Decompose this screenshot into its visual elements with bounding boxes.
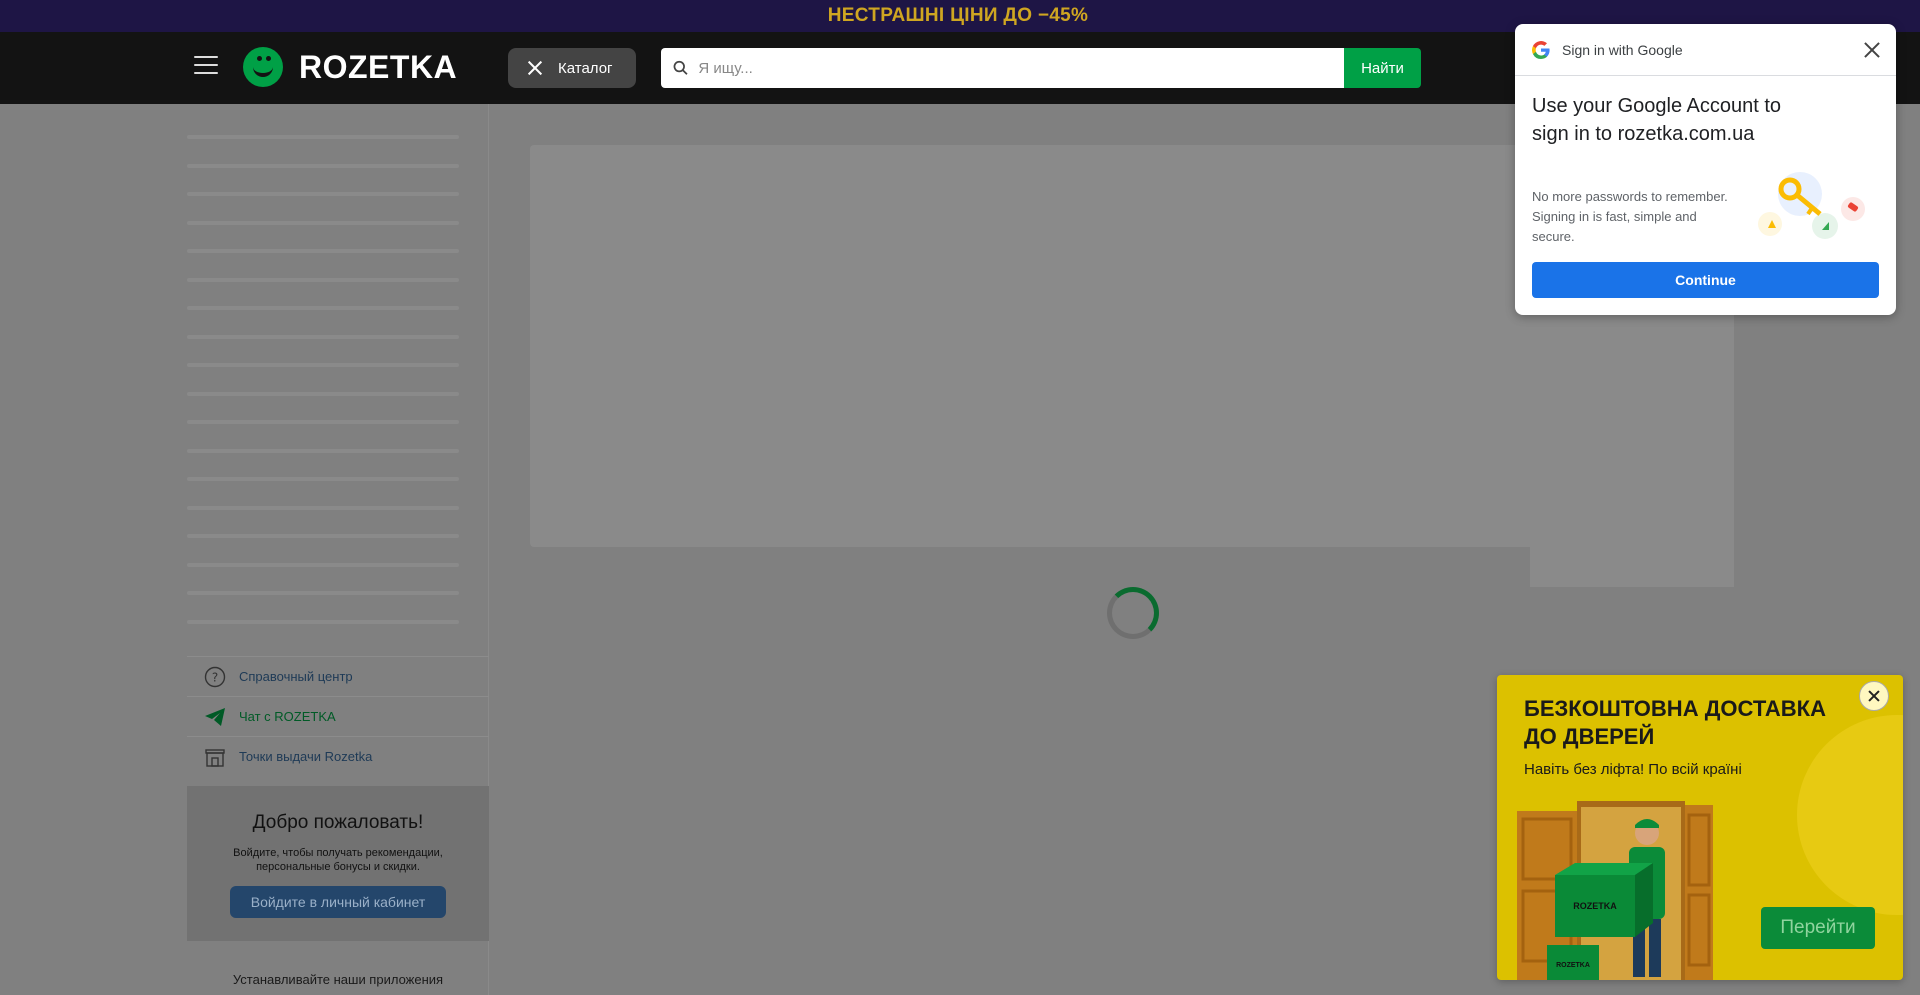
search-button[interactable]: Найти bbox=[1344, 48, 1421, 88]
search-icon bbox=[673, 60, 688, 75]
welcome-block: Добро пожаловать! Войдите, чтобы получат… bbox=[187, 786, 489, 941]
loading-spinner-icon bbox=[1107, 587, 1159, 639]
help-center-label: Справочный центр bbox=[239, 669, 353, 684]
logo-smile-icon bbox=[243, 47, 283, 87]
google-signin-popup: Sign in with Google Use your Google Acco… bbox=[1515, 24, 1896, 315]
welcome-title: Добро пожаловать! bbox=[252, 812, 424, 833]
catalog-button[interactable]: Каталог bbox=[508, 48, 636, 88]
ad-box-label-small: ROZETKA bbox=[1556, 962, 1590, 969]
continue-button[interactable]: Continue bbox=[1532, 262, 1879, 298]
chat-link[interactable]: Чат с ROZETKA bbox=[187, 696, 489, 736]
pickup-points-label: Точки выдачи Rozetka bbox=[239, 749, 373, 764]
key-illustration-icon bbox=[1758, 172, 1865, 239]
login-button[interactable]: Войдите в личный кабинет bbox=[230, 886, 446, 918]
ad-subtitle: Навіть без ліфта! По всій країні bbox=[1524, 761, 1742, 778]
logo-text: ROZETKA bbox=[299, 48, 458, 85]
search-input[interactable] bbox=[698, 59, 1344, 77]
store-icon bbox=[203, 745, 227, 769]
google-popup-header: Sign in with Google bbox=[1515, 24, 1896, 76]
logo[interactable]: ROZETKA bbox=[243, 45, 457, 89]
google-popup-body: No more passwords to remember. Signing i… bbox=[1532, 189, 1728, 244]
close-icon[interactable] bbox=[1859, 681, 1889, 711]
delivery-courier-illustration-icon: ROZETKA ROZETKA bbox=[1517, 801, 1713, 980]
catalog-label: Каталог bbox=[558, 59, 613, 77]
google-popup-title: Sign in with Google bbox=[1562, 41, 1683, 58]
welcome-text: Войдите, чтобы получать рекомендации, пе… bbox=[233, 847, 443, 873]
svg-text:?: ? bbox=[212, 670, 218, 684]
ad-box-label: ROZETKA bbox=[1573, 901, 1617, 911]
sidebar: ? Справочный центр Чат с ROZETKA Точки в… bbox=[187, 104, 489, 995]
ad-title: БЕЗКОШТОВНА ДОСТАВКА ДО ДВЕРЕЙ bbox=[1524, 696, 1826, 749]
help-center-link[interactable]: ? Справочный центр bbox=[187, 656, 489, 696]
ad-go-button[interactable]: Перейти bbox=[1761, 907, 1875, 949]
pickup-points-link[interactable]: Точки выдачи Rozetka bbox=[187, 736, 489, 776]
search-bar: Найти bbox=[661, 48, 1421, 88]
close-icon[interactable] bbox=[1862, 40, 1882, 60]
close-icon bbox=[528, 61, 542, 75]
promo-text: НЕСТРАШНІ ЦІНИ ДО −45% bbox=[827, 5, 1089, 26]
google-popup-heading: Use your Google Account to sign in to ro… bbox=[1532, 95, 1782, 145]
apps-label: Устанавливайте наши приложения bbox=[232, 972, 444, 987]
help-circle-icon: ? bbox=[203, 665, 227, 689]
search-field bbox=[661, 48, 1344, 88]
chat-label: Чат с ROZETKA bbox=[239, 709, 336, 724]
telegram-icon bbox=[203, 705, 227, 729]
delivery-ad[interactable]: БЕЗКОШТОВНА ДОСТАВКА ДО ДВЕРЕЙ Навіть бе… bbox=[1497, 675, 1903, 980]
menu-icon[interactable] bbox=[194, 56, 218, 76]
google-g-icon bbox=[1532, 40, 1550, 59]
banner-placeholder-secondary bbox=[1530, 300, 1734, 587]
